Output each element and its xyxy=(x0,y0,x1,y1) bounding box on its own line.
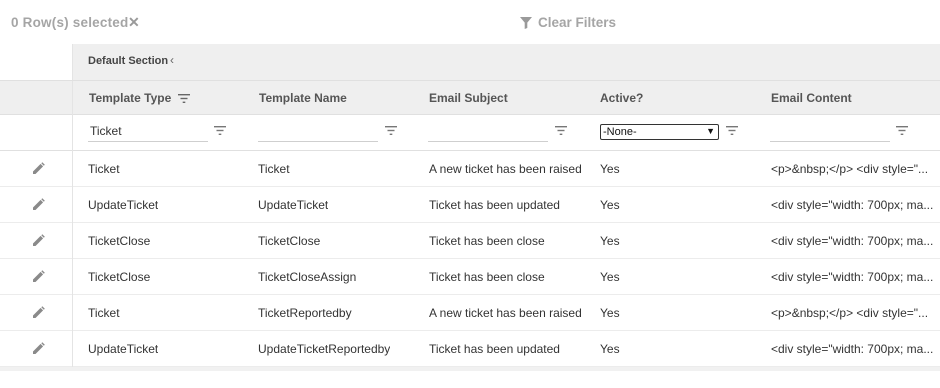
pencil-icon[interactable] xyxy=(32,342,45,355)
pencil-icon[interactable] xyxy=(32,270,45,283)
cell-template-type: TicketClose xyxy=(88,270,151,284)
filter-lines-icon[interactable] xyxy=(555,126,567,135)
cell-email-content: <div style="width: 700px; ma... xyxy=(771,198,934,212)
cell-email-subject: Ticket has been updated xyxy=(429,342,560,356)
template-name-filter-input[interactable] xyxy=(258,120,378,142)
column-header-row: Template Type Template Name Email Subjec… xyxy=(0,80,940,117)
clear-filters-button[interactable]: Clear Filters xyxy=(520,15,616,30)
section-header: Default Section ‹ xyxy=(0,44,940,80)
cell-email-content: <div style="width: 700px; ma... xyxy=(771,342,934,356)
active-filter-value: -None- xyxy=(603,126,637,138)
section-label: Default Section xyxy=(88,55,169,67)
selection-count: 0 Row(s) selected xyxy=(11,15,129,30)
cell-template-type: Ticket xyxy=(88,306,120,320)
table-row[interactable]: UpdateTicket UpdateTicketReportedby Tick… xyxy=(0,331,940,367)
cell-email-content: <p>&nbsp;</p> <div style="... xyxy=(771,306,929,320)
chevron-down-icon: ▼ xyxy=(706,126,715,136)
column-header-template-name[interactable]: Template Name xyxy=(259,91,347,105)
cell-template-name: Ticket xyxy=(258,162,290,176)
cell-email-content: <div style="width: 700px; ma... xyxy=(771,234,934,248)
filter-lines-icon[interactable] xyxy=(178,93,191,103)
column-header-email-subject[interactable]: Email Subject xyxy=(429,91,508,105)
filter-row: -None- ▼ xyxy=(0,115,940,151)
cell-active: Yes xyxy=(600,234,620,248)
template-type-filter-input[interactable] xyxy=(88,120,208,142)
clear-filters-label: Clear Filters xyxy=(538,15,617,30)
cell-email-subject: Ticket has been updated xyxy=(429,198,560,212)
horizontal-scrollbar[interactable] xyxy=(0,367,940,371)
table-row[interactable]: UpdateTicket UpdateTicket Ticket has bee… xyxy=(0,187,940,223)
cell-template-type: TicketClose xyxy=(88,234,151,248)
column-label: Template Type xyxy=(89,91,172,105)
cell-active: Yes xyxy=(600,306,620,320)
column-label: Email Subject xyxy=(429,91,508,105)
filter-lines-icon[interactable] xyxy=(896,126,908,135)
email-content-filter-input[interactable] xyxy=(770,120,890,142)
collapse-section-icon[interactable]: ‹ xyxy=(170,53,174,67)
cell-template-name: UpdateTicket xyxy=(258,198,329,212)
email-subject-filter-input[interactable] xyxy=(428,120,548,142)
pencil-icon[interactable] xyxy=(32,234,45,247)
pencil-icon[interactable] xyxy=(32,306,45,319)
cell-template-type: Ticket xyxy=(88,162,120,176)
clear-selection-icon[interactable]: ✕ xyxy=(128,14,140,31)
cell-email-content: <div style="width: 700px; ma... xyxy=(771,270,934,284)
cell-email-subject: Ticket has been close xyxy=(429,234,545,248)
column-header-template-type[interactable]: Template Type xyxy=(89,91,191,105)
column-label: Email Content xyxy=(771,91,852,105)
cell-template-name: TicketCloseAssign xyxy=(258,270,357,284)
column-label: Template Name xyxy=(259,91,347,105)
cell-email-subject: A new ticket has been raised xyxy=(429,306,582,320)
table-row[interactable]: TicketClose TicketCloseAssign Ticket has… xyxy=(0,259,940,295)
cell-active: Yes xyxy=(600,162,620,176)
pencil-icon[interactable] xyxy=(32,162,45,175)
table-row[interactable]: TicketClose TicketClose Ticket has been … xyxy=(0,223,940,259)
column-header-active[interactable]: Active? xyxy=(600,91,643,105)
column-header-email-content[interactable]: Email Content xyxy=(771,91,852,105)
funnel-icon xyxy=(520,16,532,29)
cell-active: Yes xyxy=(600,342,620,356)
table-row[interactable]: Ticket Ticket A new ticket has been rais… xyxy=(0,151,940,187)
cell-template-name: TicketReportedby xyxy=(258,306,352,320)
cell-email-content: <p>&nbsp;</p> <div style="... xyxy=(771,162,929,176)
column-label: Active? xyxy=(600,91,644,105)
cell-template-name: UpdateTicketReportedby xyxy=(258,342,391,356)
grid-body: Ticket Ticket A new ticket has been rais… xyxy=(0,151,940,371)
filter-lines-icon[interactable] xyxy=(385,126,397,135)
cell-template-type: UpdateTicket xyxy=(88,342,159,356)
cell-active: Yes xyxy=(600,270,620,284)
filter-lines-icon[interactable] xyxy=(726,126,738,135)
grid-toolbar: 0 Row(s) selected ✕ Clear Filters xyxy=(0,0,940,44)
active-filter-select[interactable]: -None- ▼ xyxy=(600,124,719,140)
cell-email-subject: Ticket has been close xyxy=(429,270,545,284)
cell-template-type: UpdateTicket xyxy=(88,198,159,212)
filter-lines-icon[interactable] xyxy=(214,126,226,135)
table-row[interactable]: Ticket TicketReportedby A new ticket has… xyxy=(0,295,940,331)
cell-email-subject: A new ticket has been raised xyxy=(429,162,582,176)
pencil-icon[interactable] xyxy=(32,198,45,211)
cell-template-name: TicketClose xyxy=(258,234,321,248)
cell-active: Yes xyxy=(600,198,620,212)
